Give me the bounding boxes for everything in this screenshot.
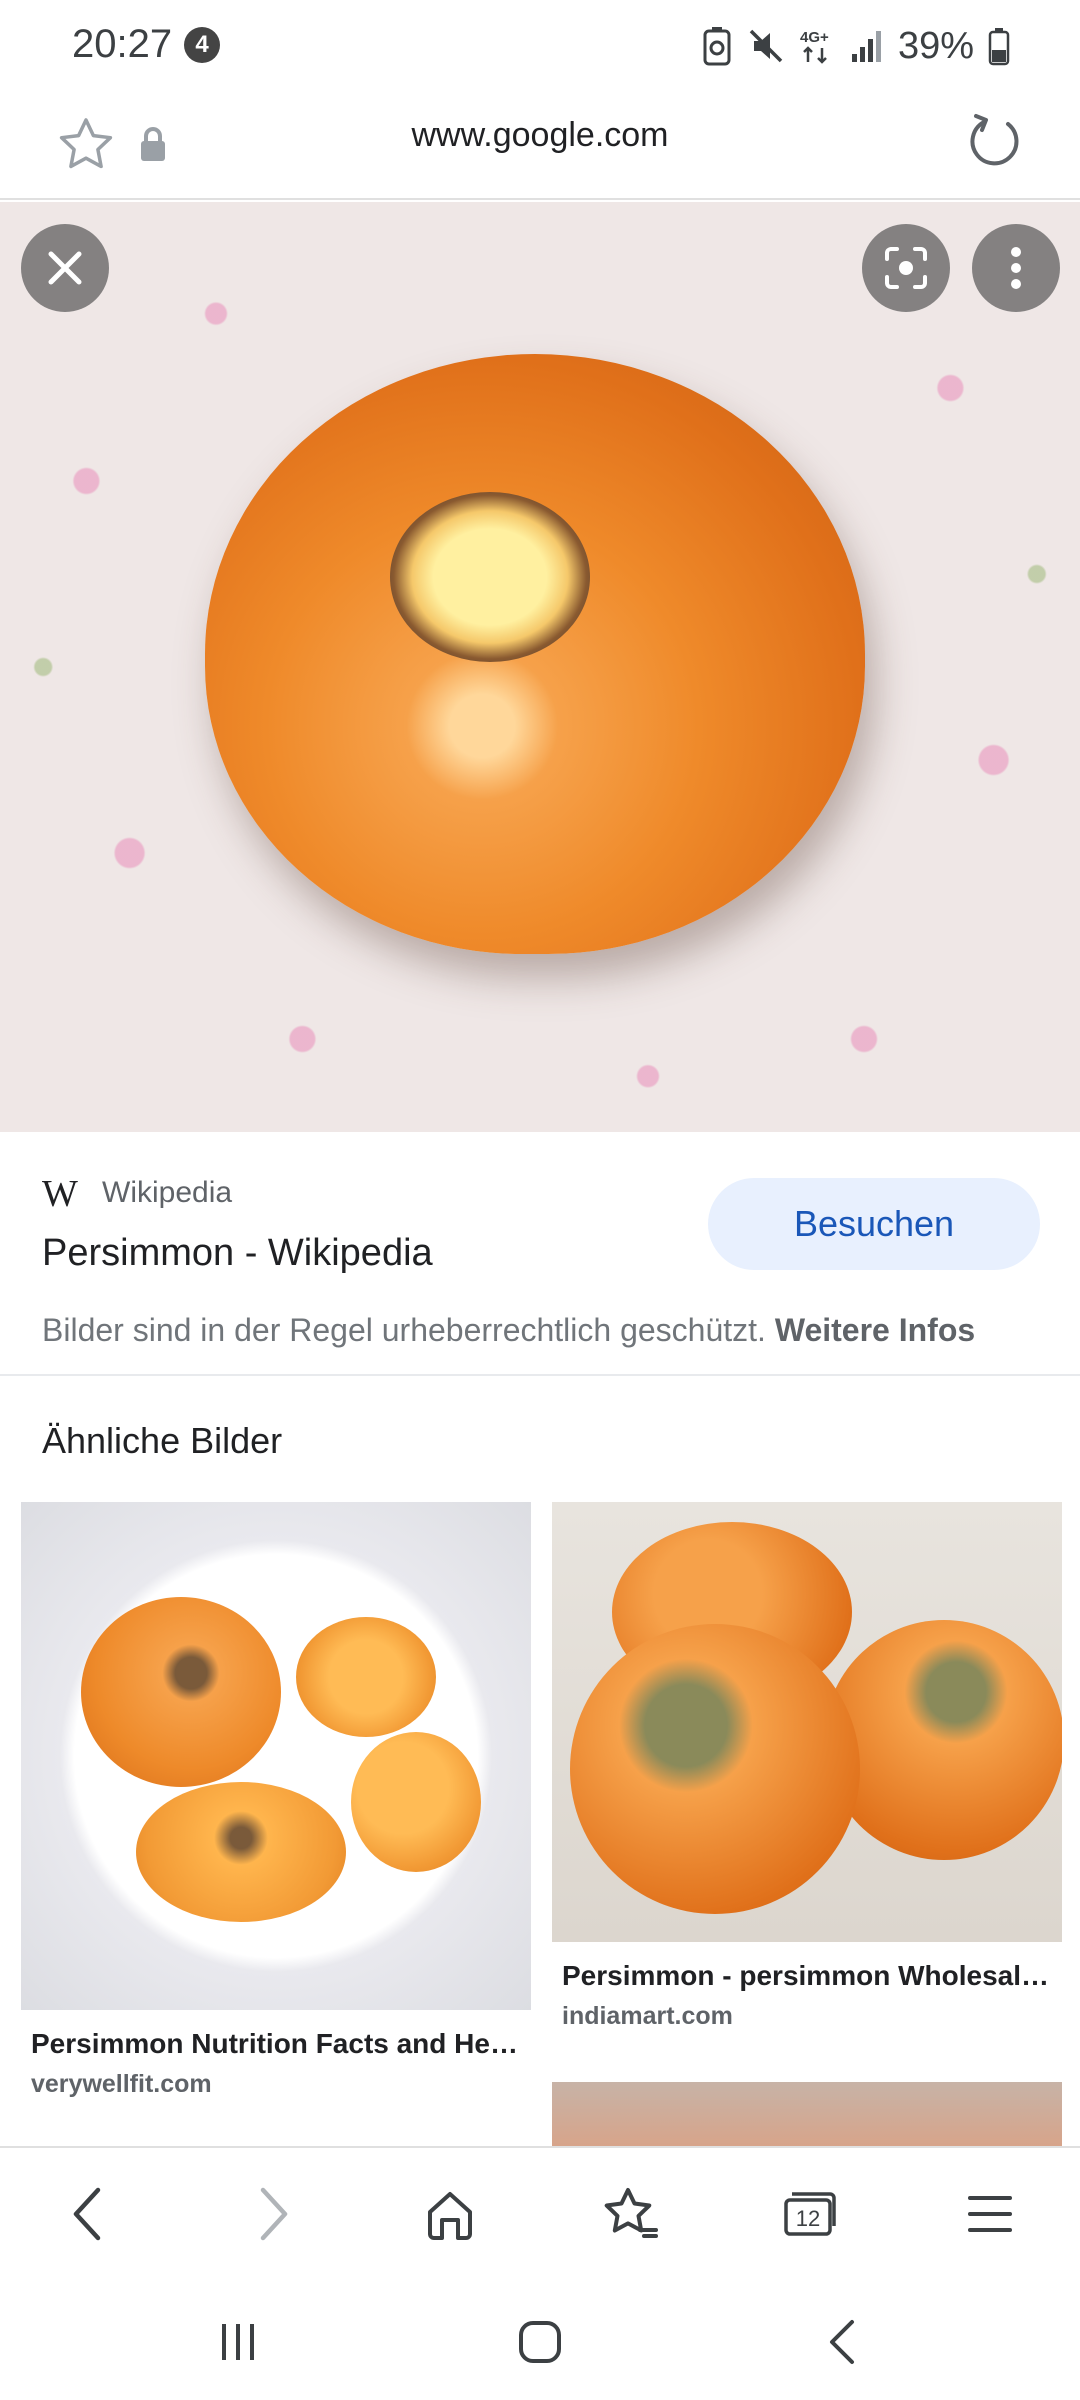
back-button[interactable] — [48, 2174, 128, 2254]
system-home-button[interactable] — [500, 2302, 580, 2382]
recent-apps-icon — [222, 2324, 254, 2360]
source-site-name[interactable]: Wikipedia — [102, 1176, 232, 1210]
notification-count-badge: 4 — [184, 27, 220, 63]
reload-icon[interactable] — [964, 108, 1028, 172]
system-nav-bar — [0, 2276, 1080, 2400]
persimmon-whole — [570, 1624, 860, 1914]
status-icons: 4G+ 39% — [702, 22, 1010, 70]
status-bar: 20:27 4 4G+ 39% — [0, 0, 1080, 92]
similar-image-domain: indiamart.com — [562, 2002, 733, 2030]
network-icon: 4G+ — [800, 29, 829, 64]
more-options-button[interactable] — [972, 224, 1060, 312]
tabs-icon: 12 — [784, 2192, 836, 2236]
battery-percentage: 39% — [897, 24, 974, 67]
mute-icon — [749, 29, 783, 63]
recent-apps-button[interactable] — [198, 2302, 278, 2382]
similar-image-card[interactable] — [552, 2082, 1062, 2146]
persimmon-slice — [351, 1732, 481, 1872]
source-title[interactable]: Persimmon - Wikipedia — [42, 1232, 433, 1275]
home-icon — [428, 2192, 472, 2240]
similar-image-card[interactable]: Persimmon - persimmon Wholesal… indiamar… — [552, 1502, 1062, 2042]
wikipedia-logo-icon: W — [42, 1173, 78, 1215]
similar-image-card[interactable]: Persimmon Nutrition Facts and He… verywe… — [21, 1502, 531, 2102]
similar-image-title[interactable]: Persimmon Nutrition Facts and He… — [31, 2028, 521, 2060]
system-back-button[interactable] — [802, 2302, 882, 2382]
menu-button[interactable] — [950, 2174, 1030, 2254]
persimmon-fruit — [205, 354, 865, 954]
url-text[interactable]: www.google.com — [0, 116, 1080, 155]
hamburger-menu-icon — [968, 2196, 1012, 2232]
lens-icon — [885, 247, 927, 289]
similar-image-domain: verywellfit.com — [31, 2070, 212, 2098]
url-bar: www.google.com — [0, 92, 1080, 200]
fruit-calyx — [390, 492, 590, 662]
similar-image-thumbnail[interactable] — [552, 2082, 1062, 2146]
lens-search-button[interactable] — [862, 224, 950, 312]
more-info-link[interactable]: Weitere Infos — [775, 1312, 975, 1348]
copyright-text: Bilder sind in der Regel urheberrechtlic… — [42, 1312, 766, 1348]
close-icon — [48, 251, 82, 285]
tabs-button[interactable]: 12 — [770, 2174, 850, 2254]
back-arrow-icon — [73, 2187, 101, 2241]
forward-button[interactable] — [233, 2174, 313, 2254]
more-vert-icon — [1011, 247, 1021, 289]
forward-arrow-icon — [260, 2187, 288, 2241]
system-back-icon — [830, 2320, 854, 2364]
battery-saver-icon — [703, 27, 731, 66]
bookmarks-star-icon — [604, 2188, 658, 2238]
similar-image-thumbnail[interactable] — [21, 1502, 531, 2010]
battery-icon — [988, 28, 1010, 66]
persimmon-whole — [824, 1620, 1062, 1860]
persimmon-half — [136, 1782, 346, 1922]
image-source-panel: W Wikipedia Persimmon - Wikipedia Besuch… — [0, 1132, 1080, 1376]
similar-image-title[interactable]: Persimmon - persimmon Wholesal… — [562, 1960, 1052, 1992]
status-time: 20:27 — [72, 22, 173, 66]
close-button[interactable] — [21, 224, 109, 312]
visit-button[interactable]: Besuchen — [708, 1178, 1040, 1270]
similar-image-thumbnail[interactable] — [552, 1502, 1062, 1942]
persimmon-whole — [81, 1597, 281, 1787]
bookmarks-button[interactable] — [590, 2174, 670, 2254]
home-button[interactable] — [410, 2174, 490, 2254]
hero-image[interactable] — [0, 202, 1080, 1132]
svg-text:12: 12 — [796, 2206, 820, 2231]
similar-images-heading: Ähnliche Bilder — [42, 1420, 283, 1461]
browser-bottom-nav: 12 — [0, 2146, 1080, 2276]
persimmon-slice — [296, 1617, 436, 1737]
svg-text:4G+: 4G+ — [800, 29, 829, 46]
system-home-icon — [519, 2321, 561, 2363]
copyright-notice: Bilder sind in der Regel urheberrechtlic… — [42, 1312, 975, 1349]
signal-icon — [851, 31, 881, 62]
